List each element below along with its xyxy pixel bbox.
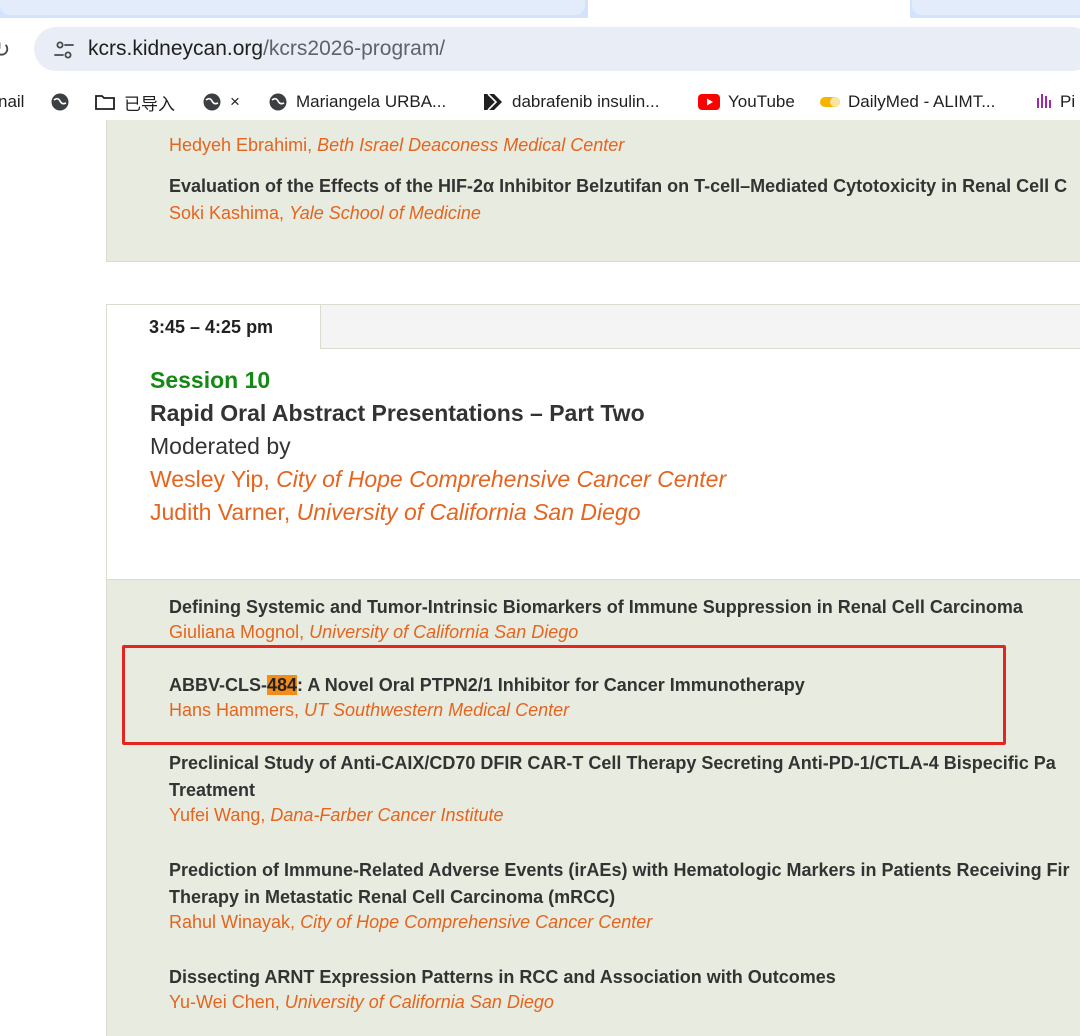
bookmark-label: dabrafenib insulin...	[512, 92, 660, 111]
bookmark-arrow-icon	[484, 93, 502, 111]
abstract-title: Prediction of Immune-Related Adverse Eve…	[169, 860, 1070, 880]
abstract-author[interactable]: Yu-Wei Chen, University of California Sa…	[169, 992, 836, 1013]
bookmark-dailymed[interactable]: DailyMed - ALIMT...	[820, 88, 995, 116]
session-block: 3:45 – 4:25 pm Session 10 Rapid Oral Abs…	[106, 304, 1080, 580]
browser-tab-active[interactable]	[588, 0, 910, 18]
abstract-item: Defining Systemic and Tumor-Intrinsic Bi…	[169, 597, 1023, 643]
bookmark-label: YouTube	[728, 92, 795, 111]
abstract-title-line2: Therapy in Metastatic Renal Cell Carcino…	[169, 887, 616, 907]
abstract-item: Dissecting ARNT Expression Patterns in R…	[169, 967, 836, 1013]
bookmark-youtube[interactable]: YouTube	[698, 88, 795, 116]
url-path: /kcrs2026-program/	[263, 37, 446, 60]
abstract-author[interactable]: Giuliana Mognol, University of Californi…	[169, 622, 1023, 643]
bookmark-label: DailyMed - ALIMT...	[848, 92, 996, 111]
browser-tab[interactable]	[0, 0, 585, 15]
abstract-title: Dissecting ARNT Expression Patterns in R…	[169, 967, 836, 987]
bookmark-mariangela[interactable]: Mariangela URBA...	[268, 88, 446, 116]
globe-icon	[203, 93, 221, 111]
site-info-icon[interactable]	[52, 38, 76, 62]
session-title: Rapid Oral Abstract Presentations – Part…	[150, 400, 645, 426]
moderator[interactable]: Judith Varner, University of California …	[150, 499, 726, 526]
previous-session-abstracts: Hedyeh Ebrahimi, Beth Israel Deaconess M…	[106, 120, 1080, 262]
bookmark-globe[interactable]	[50, 88, 78, 116]
globe-icon	[51, 93, 69, 111]
abstract-title: Defining Systemic and Tumor-Intrinsic Bi…	[169, 597, 1023, 617]
session-info: Session 10 Rapid Oral Abstract Presentat…	[150, 367, 726, 526]
abstract-item: Hedyeh Ebrahimi, Beth Israel Deaconess M…	[169, 129, 624, 156]
page-content: Hedyeh Ebrahimi, Beth Israel Deaconess M…	[0, 120, 1080, 1036]
abstract-item: Prediction of Immune-Related Adverse Eve…	[169, 860, 1070, 933]
abstract-author[interactable]: Soki Kashima, Yale School of Medicine	[169, 203, 1067, 224]
moderator[interactable]: Wesley Yip, City of Hope Comprehensive C…	[150, 466, 726, 493]
hand-icon	[1037, 94, 1051, 108]
bookmark-label: 已导入	[124, 94, 175, 114]
folder-icon	[95, 95, 115, 110]
bookmark-gmail[interactable]: nail	[0, 88, 24, 116]
abstract-title: Preclinical Study of Anti-CAIX/CD70 DFIR…	[169, 753, 1056, 773]
address-bar-row: ↻ kcrs.kidneycan.org/kcrs2026-program/	[0, 18, 1080, 80]
session-time: 3:45 – 4:25 pm	[107, 305, 321, 349]
bookmark-dabrafenib[interactable]: dabrafenib insulin...	[482, 88, 659, 116]
bookmark-x[interactable]: ×	[202, 88, 240, 116]
dailymed-icon	[820, 97, 840, 107]
reload-icon[interactable]: ↻	[0, 38, 10, 63]
omnibox[interactable]: kcrs.kidneycan.org/kcrs2026-program/	[34, 27, 1080, 71]
bookmark-label: ×	[230, 92, 240, 111]
bookmarks-bar: nail 已导入 × Mariangela URBA... dabrafenib…	[0, 86, 1080, 120]
url-text[interactable]: kcrs.kidneycan.org/kcrs2026-program/	[88, 37, 445, 61]
session-label: Session 10	[150, 367, 271, 393]
tab-strip	[0, 0, 1080, 18]
abstract-item: Preclinical Study of Anti-CAIX/CD70 DFIR…	[169, 753, 1056, 826]
bookmark-label: nail	[0, 92, 25, 111]
browser-tab[interactable]	[912, 0, 1080, 15]
bookmark-label: Pi	[1060, 92, 1076, 111]
youtube-icon	[698, 94, 720, 110]
moderated-by-label: Moderated by	[150, 433, 291, 459]
abstract-author[interactable]: Hedyeh Ebrahimi, Beth Israel Deaconess M…	[169, 135, 624, 156]
url-host: kcrs.kidneycan.org	[88, 37, 264, 60]
time-bar	[321, 305, 1080, 349]
bookmark-folder-imported[interactable]: 已导入	[94, 88, 175, 116]
abstract-title: Evaluation of the Effects of the HIF-2α …	[169, 176, 1068, 196]
abstract-author[interactable]: Rahul Winayak, City of Hope Comprehensiv…	[169, 912, 1070, 933]
annotation-box	[122, 645, 1006, 745]
abstract-title-line2: Treatment	[169, 780, 256, 800]
abstract-author[interactable]: Yufei Wang, Dana-Farber Cancer Institute	[169, 805, 1056, 826]
abstract-item: Evaluation of the Effects of the HIF-2α …	[169, 176, 1067, 224]
bookmark-pi[interactable]: Pi	[1034, 88, 1075, 116]
bookmark-label: Mariangela URBA...	[296, 92, 447, 111]
globe-icon	[269, 93, 287, 111]
